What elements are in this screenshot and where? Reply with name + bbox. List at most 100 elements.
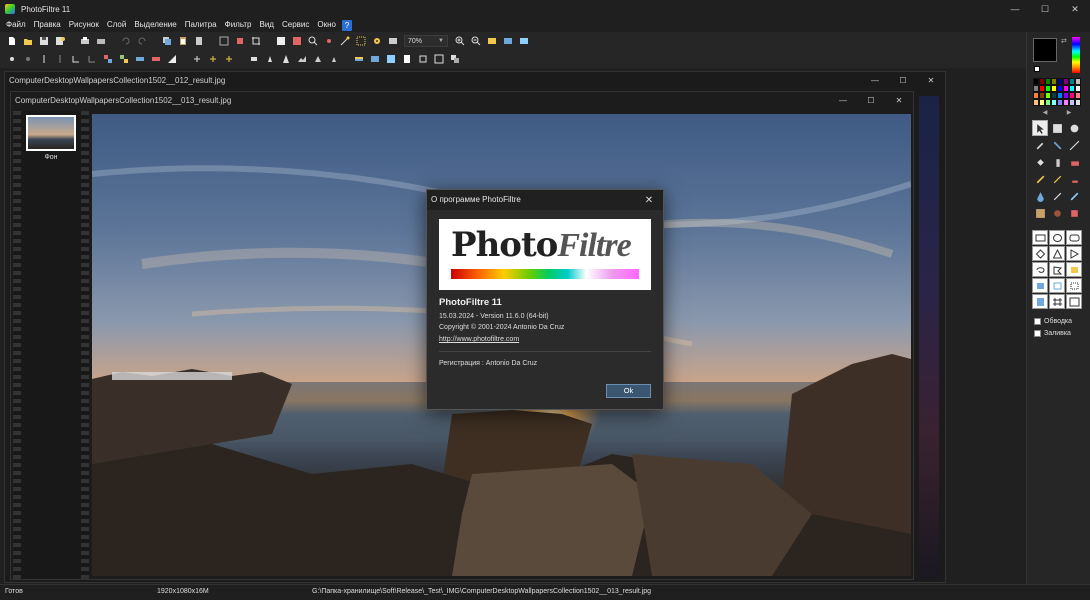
select-all-icon[interactable] xyxy=(1032,278,1048,293)
saturation-icon[interactable] xyxy=(101,53,114,66)
save-icon[interactable] xyxy=(37,35,50,48)
scan-icon[interactable] xyxy=(94,35,107,48)
palette-swatch[interactable] xyxy=(1075,92,1081,99)
zoom-select[interactable]: 70% ▼ xyxy=(404,35,448,47)
batch-icon[interactable] xyxy=(448,53,461,66)
magic-selection-icon[interactable] xyxy=(1066,262,1082,277)
bug-icon[interactable] xyxy=(322,35,335,48)
menu-selection[interactable]: Выделение xyxy=(130,18,180,32)
blur-tool-icon[interactable] xyxy=(1032,188,1048,204)
texture-icon[interactable] xyxy=(327,53,340,66)
clone-icon[interactable] xyxy=(1032,205,1048,221)
menu-tools[interactable]: Сервис xyxy=(278,18,313,32)
palette-swatch[interactable] xyxy=(1075,99,1081,106)
red-eye-icon[interactable] xyxy=(1049,205,1065,221)
minimize-icon[interactable]: — xyxy=(829,92,857,108)
undo-icon[interactable] xyxy=(119,35,132,48)
transform-icon[interactable] xyxy=(416,53,429,66)
minimize-icon[interactable]: — xyxy=(861,72,889,88)
foreground-color-swatch[interactable] xyxy=(1033,38,1057,62)
color-adjust-icon[interactable] xyxy=(149,53,162,66)
menu-window[interactable]: Окно xyxy=(313,18,340,32)
hide-selection-icon[interactable] xyxy=(1066,278,1082,293)
deform-icon[interactable] xyxy=(1066,205,1082,221)
menu-layer[interactable]: Слой xyxy=(103,18,130,32)
palette-swatch[interactable] xyxy=(1075,78,1081,85)
fit-image-icon[interactable] xyxy=(274,35,287,48)
invert-selection-icon[interactable] xyxy=(1049,278,1065,293)
close-icon[interactable]: ✕ xyxy=(1060,0,1090,18)
color-palette[interactable] xyxy=(1033,78,1081,106)
stamp-icon[interactable] xyxy=(1066,171,1082,187)
selection-icon[interactable] xyxy=(354,35,367,48)
play-shape-icon[interactable] xyxy=(1066,246,1082,261)
rotate-right-icon[interactable] xyxy=(206,53,219,66)
select-frame-icon[interactable] xyxy=(1066,294,1082,309)
outline-checkbox[interactable] xyxy=(1034,318,1041,325)
frame-icon[interactable] xyxy=(384,53,397,66)
maximize-icon[interactable]: ☐ xyxy=(857,92,885,108)
chevron-left-icon[interactable]: ◀ xyxy=(1043,109,1048,116)
minimize-icon[interactable]: — xyxy=(1000,0,1030,18)
website-link[interactable]: http://www.photofiltre.com xyxy=(439,336,519,343)
open-file-icon[interactable] xyxy=(21,35,34,48)
select-columns-icon[interactable] xyxy=(1032,294,1048,309)
brightness-icon[interactable] xyxy=(5,53,18,66)
pattern-brush-icon[interactable] xyxy=(1066,188,1082,204)
gamma-plus-icon[interactable] xyxy=(69,53,82,66)
maximize-icon[interactable]: ☐ xyxy=(1030,0,1060,18)
fill-checkbox[interactable] xyxy=(1034,330,1041,337)
menu-palette[interactable]: Палитра xyxy=(181,18,221,32)
pencil-icon[interactable] xyxy=(1049,171,1065,187)
border-icon[interactable] xyxy=(432,53,445,66)
diamond-shape-icon[interactable] xyxy=(1032,246,1048,261)
antialias-icon[interactable] xyxy=(247,53,260,66)
menu-edit[interactable]: Правка xyxy=(30,18,65,32)
paste-new-icon[interactable] xyxy=(192,35,205,48)
save-as-icon[interactable] xyxy=(53,35,66,48)
zoom-find-icon[interactable] xyxy=(306,35,319,48)
rotate-left-icon[interactable] xyxy=(190,53,203,66)
pointer-tool-icon[interactable] xyxy=(1032,120,1048,136)
fill-bucket-icon[interactable] xyxy=(1032,154,1048,170)
sharpen-icon[interactable] xyxy=(279,53,292,66)
close-icon[interactable]: ✕ xyxy=(885,92,913,108)
new-file-icon[interactable] xyxy=(5,35,18,48)
rectangle-shape-icon[interactable] xyxy=(1032,230,1048,245)
eraser-icon[interactable] xyxy=(1066,154,1082,170)
ok-button[interactable]: Ok xyxy=(606,384,651,398)
reset-colors-icon[interactable] xyxy=(1034,66,1040,72)
palette-swatch[interactable] xyxy=(1075,85,1081,92)
spray-icon[interactable] xyxy=(1049,154,1065,170)
contrast-plus-icon[interactable] xyxy=(37,53,50,66)
fullscreen-icon[interactable] xyxy=(517,35,530,48)
polygon-lasso-icon[interactable] xyxy=(1049,262,1065,277)
menu-image[interactable]: Рисунок xyxy=(65,18,103,32)
gear-icon[interactable] xyxy=(370,35,383,48)
print-icon[interactable] xyxy=(78,35,91,48)
select-grid-icon[interactable] xyxy=(1049,294,1065,309)
rainbow-icon[interactable] xyxy=(352,53,365,66)
contrast-minus-icon[interactable] xyxy=(53,53,66,66)
ellipse-shape-icon[interactable] xyxy=(1049,230,1065,245)
hand-tool-icon[interactable] xyxy=(1066,120,1082,136)
copy-icon[interactable] xyxy=(160,35,173,48)
hue-icon[interactable] xyxy=(133,53,146,66)
brush-icon[interactable] xyxy=(1032,171,1048,187)
grayscale-icon[interactable] xyxy=(165,53,178,66)
canvas-size-icon[interactable] xyxy=(233,35,246,48)
fit-window-icon[interactable] xyxy=(501,35,514,48)
window-list-icon[interactable] xyxy=(386,35,399,48)
redo-icon[interactable] xyxy=(135,35,148,48)
eyedropper-icon[interactable] xyxy=(1032,137,1048,153)
triangle-shape-icon[interactable] xyxy=(1049,246,1065,261)
magic-wand-tool-icon[interactable] xyxy=(1049,137,1065,153)
color-balance-icon[interactable] xyxy=(117,53,130,66)
menu-view[interactable]: Вид xyxy=(256,18,278,32)
layer-thumbnail[interactable] xyxy=(26,115,76,151)
close-icon[interactable]: ✕ xyxy=(917,72,945,88)
layer-manager-icon[interactable] xyxy=(1049,120,1065,136)
text-icon[interactable] xyxy=(400,53,413,66)
menu-file[interactable]: Файл xyxy=(2,18,30,32)
help-button[interactable]: ? xyxy=(341,19,352,31)
